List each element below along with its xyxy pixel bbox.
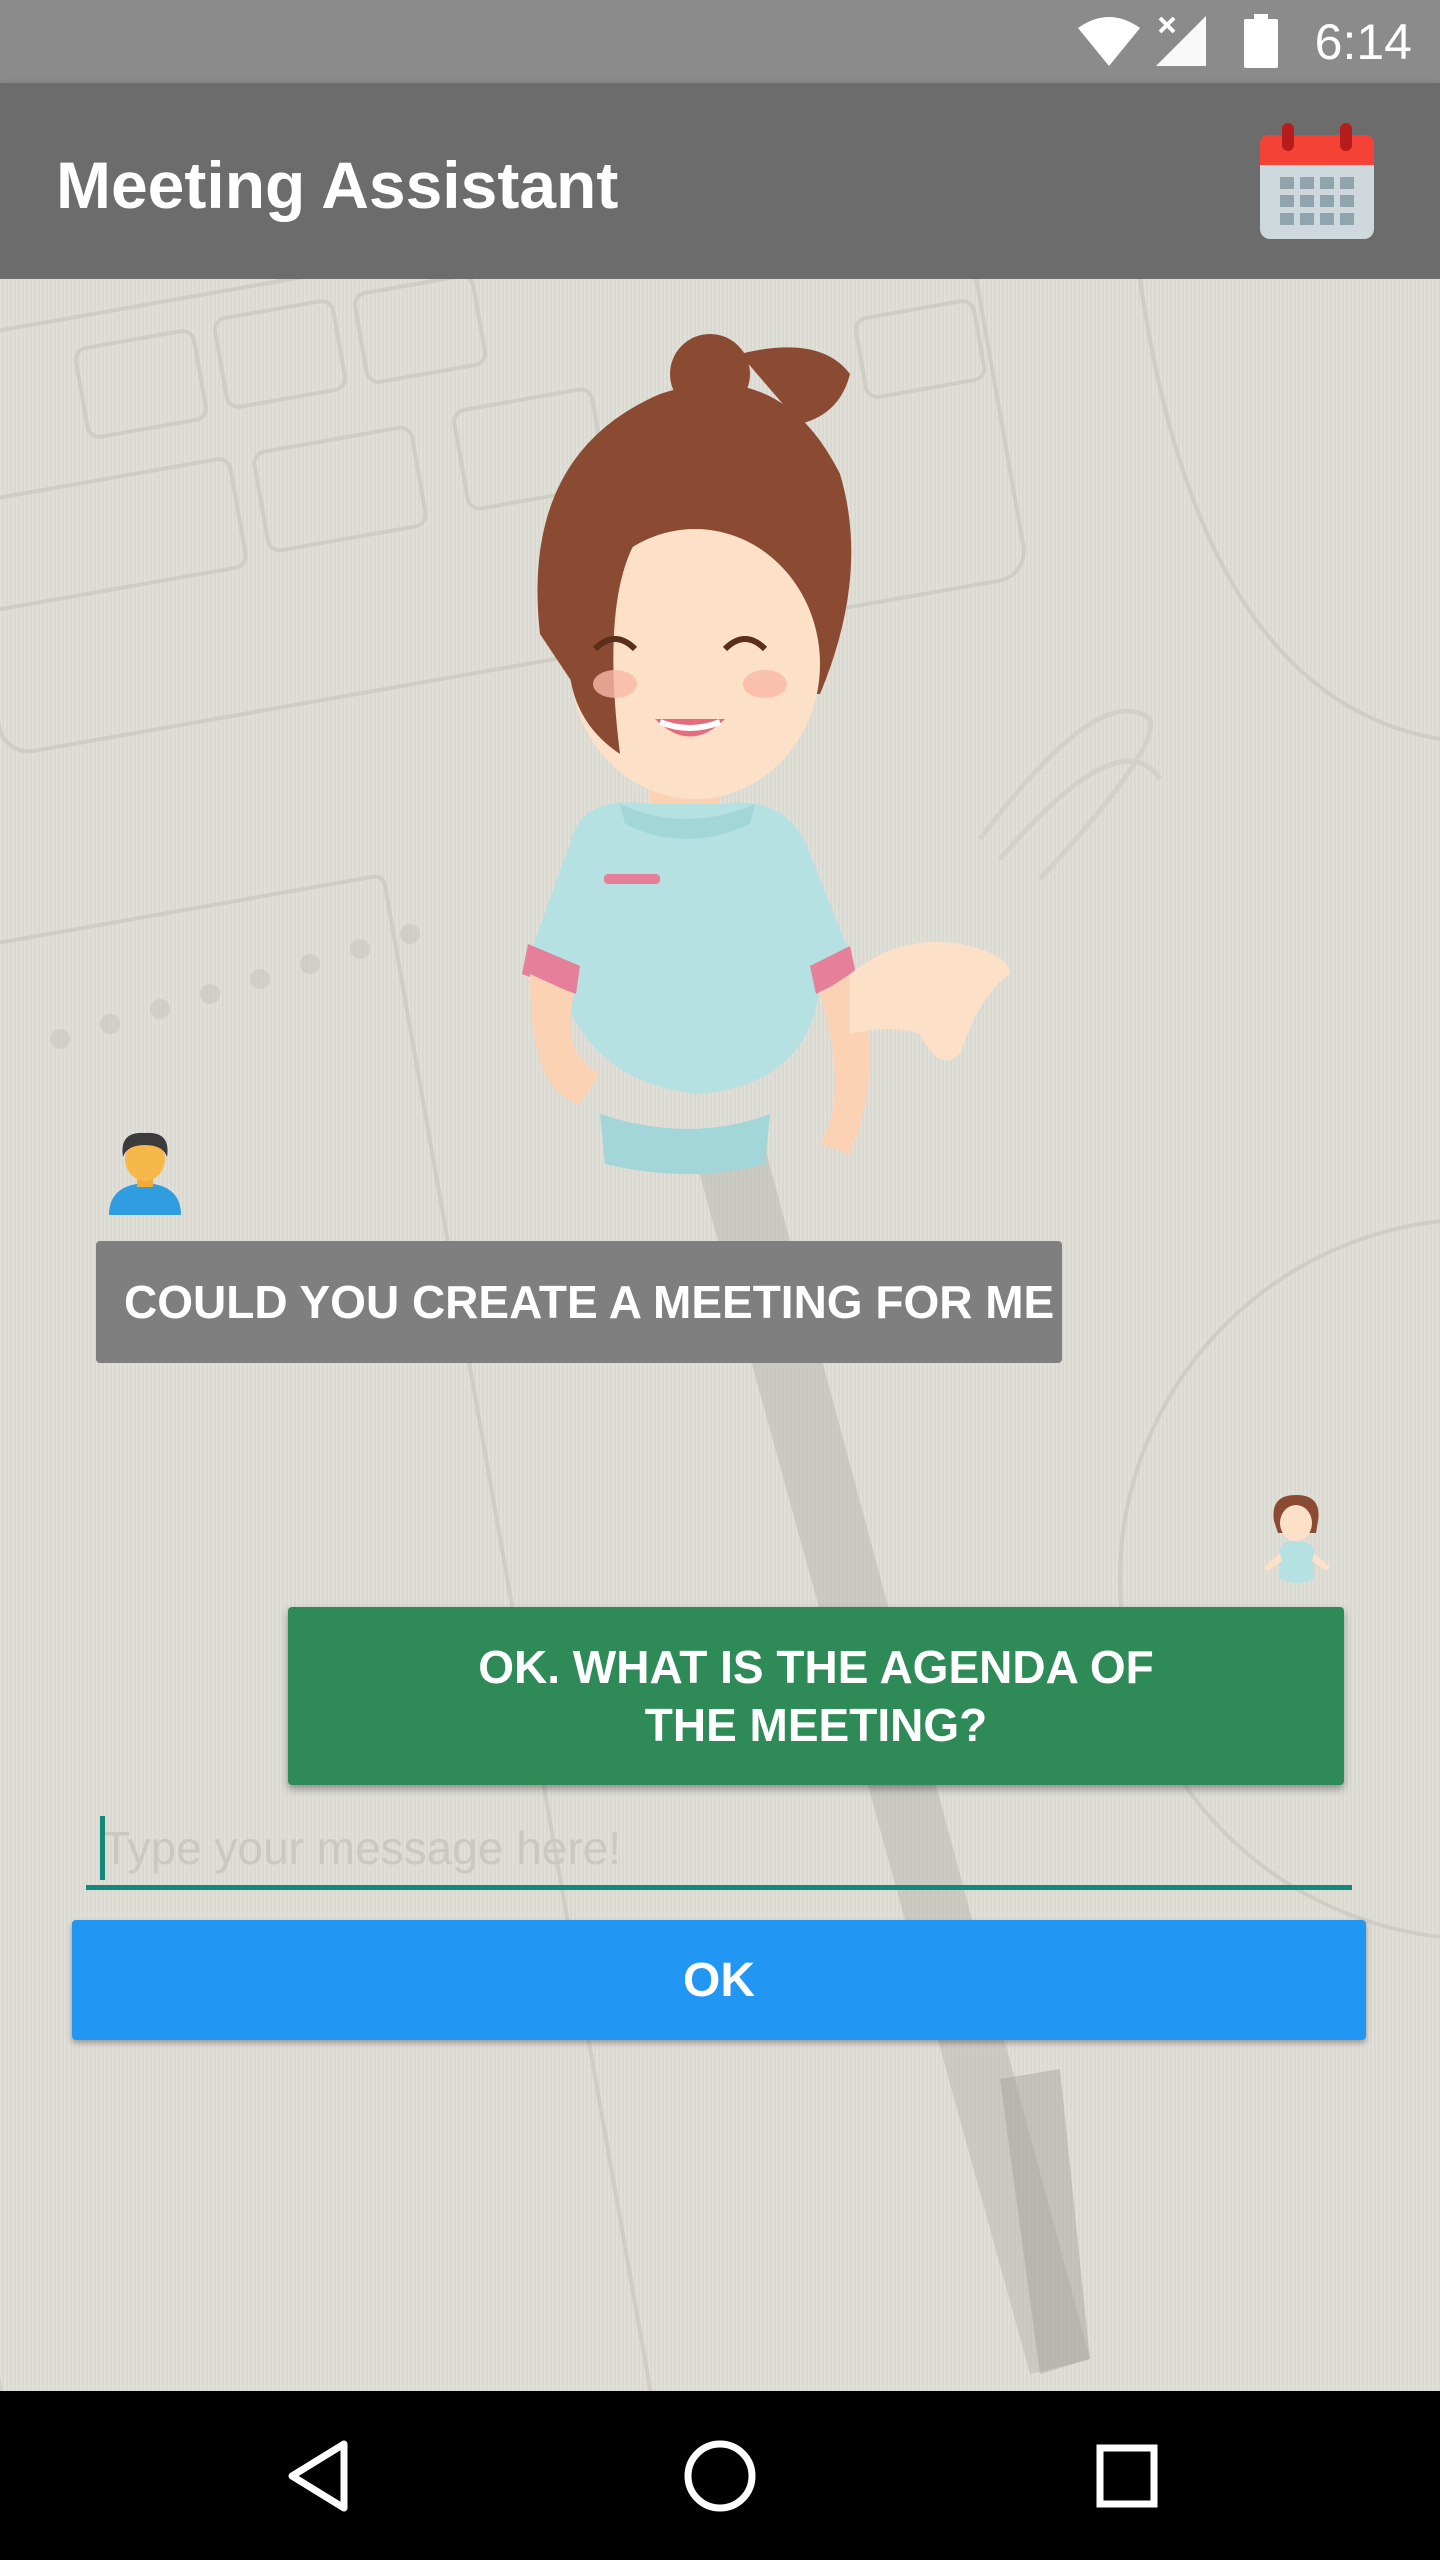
- user-message-bubble: COULD YOU CREATE A MEETING FOR ME: [96, 1241, 1062, 1363]
- battery-icon: [1244, 14, 1278, 68]
- message-input[interactable]: [86, 1810, 1352, 1890]
- status-time: 6:14: [1314, 14, 1412, 70]
- navigation-bar: [0, 2391, 1440, 2560]
- ok-button[interactable]: OK: [72, 1920, 1366, 2040]
- signal-off-icon: [1156, 16, 1206, 66]
- status-bar: 6:14: [0, 0, 1440, 83]
- back-icon[interactable]: [282, 2436, 356, 2516]
- page-title: Meeting Assistant: [56, 148, 619, 222]
- assistant-message-bubble: OK. WHAT IS THE AGENDA OF THE MEETING?: [288, 1607, 1344, 1785]
- text-cursor: [100, 1816, 105, 1880]
- app-bar: Meeting Assistant: [0, 83, 1440, 279]
- calendar-button[interactable]: [1258, 121, 1376, 241]
- assistant-avatar-icon: [1264, 1495, 1330, 1583]
- recents-icon[interactable]: [1092, 2436, 1162, 2516]
- wifi-icon: [1078, 17, 1140, 66]
- home-icon[interactable]: [678, 2436, 762, 2516]
- calendar-icon: [1260, 123, 1374, 239]
- assistant-character-illustration: [522, 334, 1010, 1174]
- chat-area: COULD YOU CREATE A MEETING FOR ME OK. WH…: [0, 279, 1440, 2391]
- user-avatar-icon: [109, 1132, 181, 1215]
